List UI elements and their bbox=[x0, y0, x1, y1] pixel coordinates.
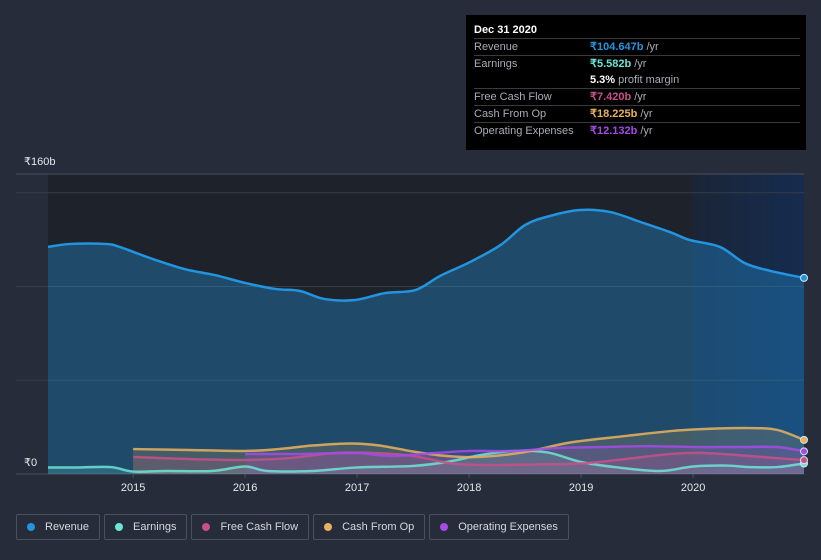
legend-item-earnings[interactable]: Earnings bbox=[104, 514, 188, 540]
tooltip-label: Free Cash Flow bbox=[474, 91, 552, 103]
tooltip-value: ₹5.582b bbox=[590, 58, 632, 70]
tooltip-unit: /yr bbox=[640, 125, 653, 137]
tooltip-label: Revenue bbox=[474, 41, 519, 53]
y-tick-label-top: ₹160b bbox=[24, 156, 55, 168]
tooltip-label bbox=[474, 72, 590, 88]
legend-label: Free Cash Flow bbox=[220, 521, 299, 533]
legend-dot-icon bbox=[27, 523, 35, 531]
tooltip-row-cash-from-op: Cash From Op ₹18.225b/yr bbox=[474, 106, 800, 123]
tooltip-unit: /yr bbox=[634, 58, 647, 70]
tooltip-value: ₹18.225b bbox=[590, 108, 638, 120]
tooltip-date: Dec 31 2020 bbox=[474, 22, 800, 39]
legend: Revenue Earnings Free Cash Flow Cash From O… bbox=[16, 514, 569, 540]
tooltip-unit: /yr bbox=[640, 108, 653, 120]
x-tick-label-2020: 2020 bbox=[681, 482, 705, 494]
operating-expenses-end-point bbox=[800, 447, 808, 456]
legend-dot-icon bbox=[202, 523, 211, 531]
tooltip-row-earnings: Earnings ₹5.582b/yr bbox=[474, 56, 800, 72]
x-tick-label-2019: 2019 bbox=[569, 482, 593, 494]
tooltip-row-free-cash-flow: Free Cash Flow ₹7.420b/yr bbox=[474, 89, 800, 106]
x-tick-label-2015: 2015 bbox=[121, 482, 145, 494]
tooltip-label: Operating Expenses bbox=[474, 125, 574, 137]
x-tick-label-2016: 2016 bbox=[233, 482, 257, 494]
y-tick-label-zero: ₹0 bbox=[24, 457, 37, 469]
tooltip-label: Earnings bbox=[474, 58, 518, 70]
legend-label: Earnings bbox=[133, 521, 177, 533]
legend-item-revenue[interactable]: Revenue bbox=[16, 514, 101, 540]
legend-dot-icon bbox=[440, 523, 449, 531]
tooltip-row-revenue: Revenue ₹104.647b/yr bbox=[474, 39, 800, 56]
x-tick-label-2017: 2017 bbox=[345, 482, 369, 494]
tooltip-value: ₹12.132b bbox=[590, 125, 638, 137]
legend-item-operating-expenses[interactable]: Operating Expenses bbox=[429, 514, 569, 540]
legend-label: Revenue bbox=[45, 521, 90, 533]
tooltip-row-profit-margin: 5.3% profit margin bbox=[474, 72, 800, 89]
tooltip-value: ₹104.647b bbox=[590, 41, 644, 53]
free-cash-flow-end-point bbox=[800, 456, 808, 465]
tooltip-unit: /yr bbox=[646, 41, 659, 53]
legend-label: Operating Expenses bbox=[458, 521, 558, 533]
legend-item-cash-from-op[interactable]: Cash From Op bbox=[313, 514, 426, 540]
legend-item-free-cash-flow[interactable]: Free Cash Flow bbox=[191, 514, 310, 540]
tooltip-panel: Dec 31 2020 Revenue ₹104.647b/yr Earnings ₹… bbox=[466, 15, 806, 150]
tooltip-label: Cash From Op bbox=[474, 108, 547, 120]
tooltip-value: 5.3% bbox=[590, 74, 616, 86]
tooltip-value: ₹7.420b bbox=[590, 91, 632, 103]
legend-label: Cash From Op bbox=[342, 521, 415, 533]
tooltip-row-operating-expenses: Operating Expenses ₹12.132b/yr bbox=[474, 123, 800, 139]
legend-dot-icon bbox=[324, 523, 333, 531]
x-tick-label-2018: 2018 bbox=[457, 482, 481, 494]
cash-from-op-end-point bbox=[800, 435, 808, 444]
tooltip-unit: profit margin bbox=[618, 74, 680, 86]
revenue-end-point bbox=[800, 273, 808, 282]
tooltip-unit: /yr bbox=[634, 91, 647, 103]
legend-dot-icon bbox=[115, 523, 124, 531]
